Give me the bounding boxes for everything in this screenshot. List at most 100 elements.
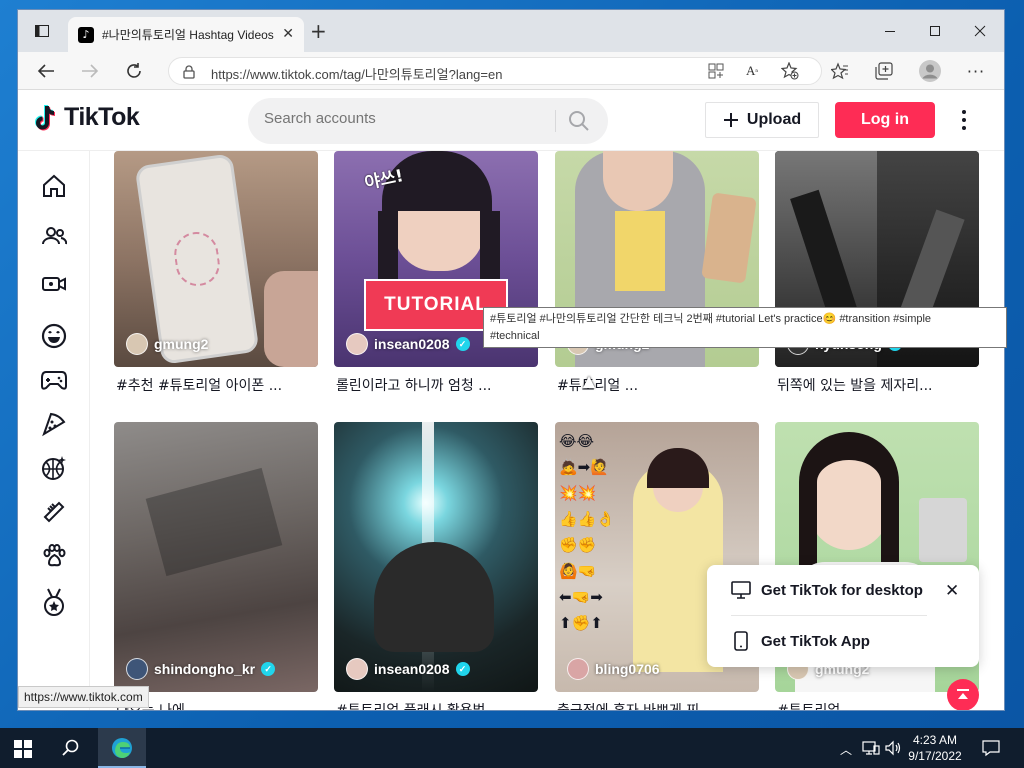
- search-icon[interactable]: [568, 110, 590, 136]
- back-button[interactable]: [34, 60, 58, 82]
- settings-more-icon[interactable]: ···: [964, 60, 988, 82]
- avatar: [346, 333, 368, 355]
- phone-image: [701, 192, 757, 284]
- plus-icon: [723, 113, 738, 127]
- url-text: https://www.tiktok.com/tag/나만의튜토리얼?lang=…: [211, 67, 503, 82]
- author-name: shindongho_kr: [154, 661, 256, 677]
- refresh-button[interactable]: [122, 60, 146, 82]
- show-hidden-icons-icon[interactable]: ︿: [840, 741, 852, 758]
- video-description[interactable]: #튜토리얼: [777, 700, 977, 710]
- fingerprint-image: [171, 229, 223, 289]
- video-thumbnail[interactable]: shindongho_kr ✓: [114, 422, 318, 692]
- popup-divider: [731, 615, 927, 616]
- login-button[interactable]: Log in: [835, 102, 935, 138]
- browser-window: ♪ #나만의튜토리얼 Hashtag Videos ✕ + https://ww…: [18, 10, 1004, 710]
- tiktok-page: TikTok Upload Log in: [18, 91, 1004, 710]
- mobile-icon: [734, 631, 748, 651]
- new-tab-button[interactable]: +: [310, 21, 327, 41]
- tab-actions-icon[interactable]: [30, 20, 54, 42]
- tiktok-favicon-icon: ♪: [78, 26, 94, 43]
- back-to-top-button[interactable]: [947, 679, 979, 710]
- get-app-popup: Get TikTok for desktop ✕ Get TikTok App: [707, 565, 979, 667]
- search-divider: [555, 110, 556, 132]
- tooltip-line: #튜토리얼 #나만의튜토리얼 간단한 테크닉 2번째 #tutorial Let…: [490, 313, 932, 325]
- app-available-icon[interactable]: [704, 60, 728, 82]
- read-aloud-icon[interactable]: Aⁿ: [740, 60, 764, 82]
- lock-icon[interactable]: [183, 64, 195, 83]
- tiktok-logo[interactable]: TikTok: [34, 103, 140, 132]
- minimize-button[interactable]: [870, 18, 910, 44]
- notifications-icon[interactable]: [982, 739, 1000, 761]
- author-name: gmung2: [154, 336, 209, 352]
- upload-button[interactable]: Upload: [705, 102, 819, 138]
- video-description[interactable]: #추천 #튜토리얼 아이폰 ...: [116, 375, 316, 395]
- reflection-image: [145, 467, 283, 577]
- verified-icon: ✓: [455, 337, 470, 351]
- collections-icon[interactable]: [872, 60, 896, 82]
- video-thumbnail[interactable]: gmung2: [114, 151, 318, 367]
- home-icon[interactable]: [39, 171, 69, 201]
- tab-title: #나만의튜토리얼 Hashtag Videos: [102, 28, 274, 42]
- close-popup-icon[interactable]: ✕: [945, 581, 959, 601]
- animals-icon[interactable]: [39, 541, 69, 571]
- sports-icon[interactable]: [39, 453, 69, 483]
- search-box[interactable]: [248, 98, 608, 144]
- video-author[interactable]: insean0208 ✓: [346, 333, 470, 355]
- arrow-up-icon: [957, 689, 969, 699]
- video-author[interactable]: bling0706: [567, 658, 660, 680]
- browser-tab[interactable]: ♪ #나만의튜토리얼 Hashtag Videos ✕: [68, 17, 304, 52]
- video-description[interactable]: 뒤쪽에 있는 발을 제자리...: [777, 375, 977, 395]
- taskbar: ︿ 4:23 AM 9/17/2022: [0, 728, 1024, 768]
- address-toolbar: https://www.tiktok.com/tag/나만의튜토리얼?lang=…: [18, 52, 1004, 90]
- avatar: [126, 658, 148, 680]
- taskbar-edge-button[interactable]: [98, 728, 146, 768]
- avatar: [126, 333, 148, 355]
- close-tab-icon[interactable]: ✕: [282, 26, 294, 42]
- get-app-link[interactable]: Get TikTok App: [731, 631, 870, 651]
- add-favorite-icon[interactable]: [778, 60, 802, 82]
- video-description[interactable]: 롤린이라고 하니까 엄청 ...: [336, 375, 536, 395]
- edge-icon: [112, 738, 132, 758]
- avatar: [567, 658, 589, 680]
- video-description[interactable]: #튜토리얼 플래시 활용법...: [336, 700, 536, 710]
- achievement-icon[interactable]: [39, 587, 69, 617]
- live-icon[interactable]: [39, 269, 69, 299]
- verified-icon: ✓: [455, 662, 470, 676]
- comedy-icon[interactable]: [39, 321, 69, 351]
- forward-button[interactable]: [78, 60, 102, 82]
- author-name: bling0706: [595, 661, 660, 677]
- shirt-image: [615, 211, 665, 291]
- video-thumbnail[interactable]: insean0208 ✓: [334, 422, 538, 692]
- favorites-icon[interactable]: [828, 60, 852, 82]
- windows-logo-icon: [14, 740, 32, 758]
- author-name: insean0208: [374, 336, 450, 352]
- beauty-icon[interactable]: [39, 497, 69, 527]
- get-desktop-link[interactable]: Get TikTok for desktop: [731, 581, 923, 599]
- description-tooltip: #튜토리얼 #나만의튜토리얼 간단한 테크닉 2번째 #tutorial Let…: [483, 307, 1007, 348]
- emoji-column-image: 😂😂 🙇➡🙋 💥💥 👍👍👌 ✊✊ 🙆🤜 ⬅🤜➡ ⬆✊⬆: [559, 432, 616, 632]
- video-author[interactable]: gmung2: [126, 333, 208, 355]
- close-window-button[interactable]: [960, 18, 1000, 44]
- hand-image: [264, 271, 318, 367]
- video-description[interactable]: 출근전에 혼자 바쁘게 찌...: [557, 700, 757, 710]
- start-button[interactable]: [14, 740, 32, 762]
- following-icon[interactable]: [39, 221, 69, 251]
- get-desktop-label: Get TikTok for desktop: [761, 581, 923, 599]
- author-name: insean0208: [374, 661, 450, 677]
- maximize-button[interactable]: [915, 18, 955, 44]
- search-input[interactable]: [264, 110, 544, 127]
- more-options-icon[interactable]: [956, 108, 972, 132]
- video-author[interactable]: shindongho_kr ✓: [126, 658, 276, 680]
- tab-strip: ♪ #나만의튜토리얼 Hashtag Videos ✕ +: [18, 10, 1004, 52]
- gaming-icon[interactable]: [39, 365, 69, 395]
- food-icon[interactable]: [39, 409, 69, 439]
- taskbar-search-button[interactable]: [62, 739, 80, 761]
- mouse-cursor-icon: [583, 376, 595, 388]
- video-author[interactable]: insean0208 ✓: [346, 658, 470, 680]
- network-icon[interactable]: [862, 740, 880, 760]
- desktop-icon: [731, 581, 751, 599]
- profile-avatar[interactable]: [918, 60, 942, 82]
- taskbar-clock[interactable]: 4:23 AM 9/17/2022: [900, 732, 970, 764]
- clock-time: 4:23 AM: [912, 733, 958, 747]
- sidebar: [18, 151, 90, 710]
